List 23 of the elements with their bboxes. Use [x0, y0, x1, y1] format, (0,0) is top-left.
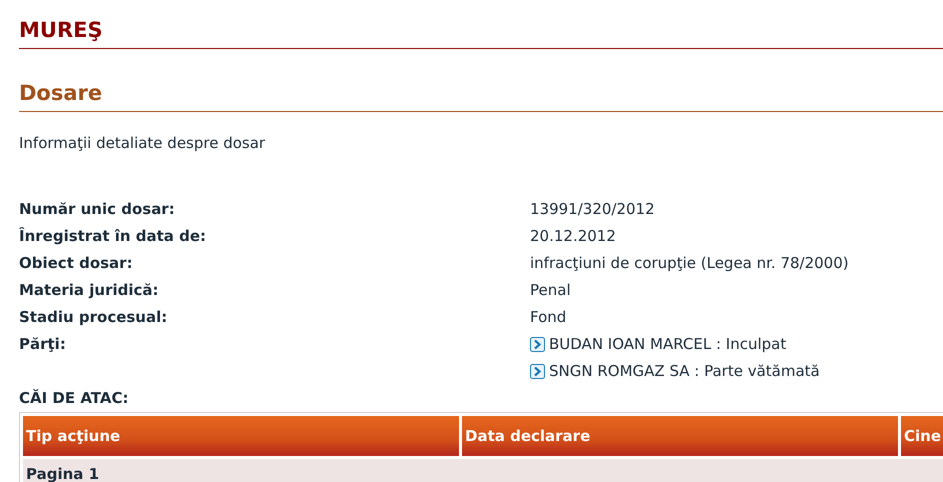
section-title: Dosare — [19, 63, 943, 112]
field-value: Fond — [530, 307, 568, 328]
column-header: Cine — [901, 416, 943, 456]
field-value: infracţiuni de corupţie (Legea nr. 78/2000) — [530, 253, 850, 274]
pagination-label: Pagina 1 — [23, 459, 943, 482]
column-header: Tip acţiune — [23, 416, 459, 456]
field-label: Stadiu procesual: — [19, 307, 168, 328]
court-title: MUREŞ — [19, 0, 943, 49]
field-label: Număr unic dosar: — [19, 199, 176, 220]
column-header: Data declarare — [462, 416, 898, 456]
party-link[interactable]: SNGN ROMGAZ SA : Parte vătămată — [530, 360, 943, 383]
field-value: 13991/320/2012 — [530, 199, 656, 220]
arrow-right-icon — [530, 364, 545, 379]
arrow-right-icon — [530, 337, 545, 352]
field-label: Obiect dosar: — [19, 253, 134, 274]
field-value: Penal — [530, 280, 572, 301]
field-label: Înregistrat în data de: — [19, 226, 208, 247]
field-value: 20.12.2012 — [530, 226, 617, 247]
field-label: Părţi: — [19, 334, 67, 355]
intro-text: Informaţii detaliate despre dosar — [19, 134, 266, 152]
field-label: Materia juridică: — [19, 280, 160, 301]
party-link[interactable]: BUDAN IOAN MARCEL : Inculpat — [530, 333, 943, 356]
section-label: CĂI DE ATAC: — [19, 388, 130, 409]
